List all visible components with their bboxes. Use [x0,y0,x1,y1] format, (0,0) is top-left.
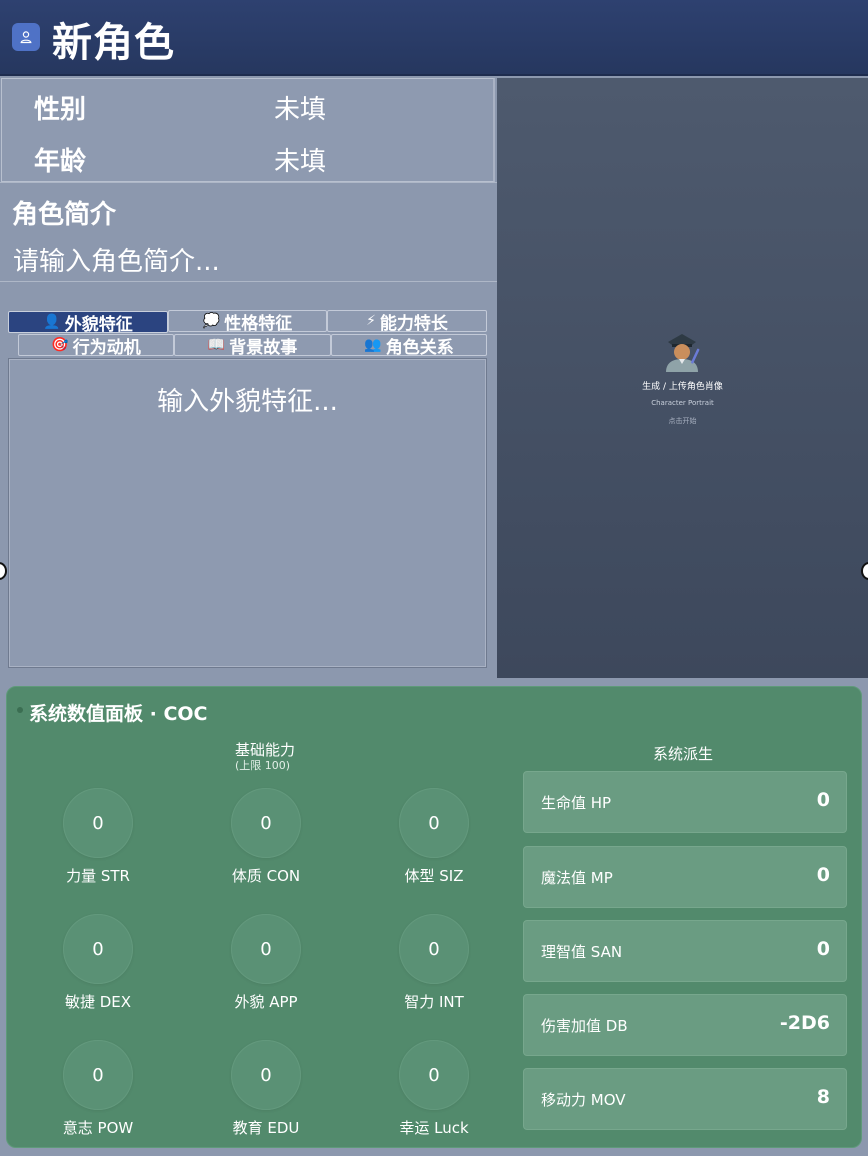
portrait-title: 生成 / 上传角色肖像 [642,382,723,392]
stat-con-label: 体质 CON [231,867,301,885]
tab-label: 行为动机 [72,337,141,358]
stat-app-label: 外貌 APP [234,993,298,1011]
derived-hp-card: 生命值 HP 0 [523,771,847,833]
tab-personality[interactable]: 💭 性格特征 [168,310,327,334]
divider [0,182,497,183]
divider [0,281,497,282]
derived-label: 生命值 HP [541,794,612,812]
tab-label: 外貌特征 [64,314,133,335]
tab-appearance[interactable]: 👤 外貌特征 [8,311,168,335]
derived-mov-card: 移动力 MOV 8 [523,1068,847,1130]
editor-placeholder: 输入外貌特征... [157,387,338,417]
derived-value: 0 [816,938,830,960]
age-row[interactable]: 年龄 未填 [2,131,493,183]
portrait-subtitle: Character Portrait [651,399,714,407]
derived-value: 0 [816,789,830,811]
stat-edu-label: 教育 EDU [232,1119,300,1137]
age-value[interactable]: 未填 [274,141,326,178]
book-icon: 📖 [207,337,226,353]
base-abilities-subtitle: (上限 100) [235,759,291,772]
tab-motivation[interactable]: 🎯 行为动机 [18,334,174,358]
derived-value: -2D6 [779,1012,830,1034]
character-info-panel: 性别 未填 年龄 未填 角色简介 请输入角色简介... 👤 外貌特征 💭 性格特… [0,78,497,680]
tab-label: 背景故事 [229,337,298,358]
stats-title: 系统数值面板 · COC [29,703,208,725]
derived-stats-title: 系统派生 [653,745,714,763]
page-title[interactable]: 新角色 [52,10,175,68]
portrait-panel[interactable]: 生成 / 上传角色肖像 Character Portrait 点击开始 [497,78,868,678]
intro-input[interactable]: 请输入角色简介... [13,241,220,278]
app-header: 新角色 [0,0,868,76]
age-label: 年龄 [34,147,87,177]
stat-str-input[interactable]: 0 [63,788,133,858]
tab-abilities[interactable]: ⚡ 能力特长 [327,310,487,334]
target-icon: 🎯 [51,337,69,353]
tab-background[interactable]: 📖 背景故事 [174,334,331,358]
lightning-icon: ⚡ [366,313,376,329]
stat-siz-input[interactable]: 0 [399,788,469,858]
people-icon: 👥 [364,337,382,353]
derived-value: 8 [816,1086,830,1108]
derived-mp-card: 魔法值 MP 0 [523,846,847,908]
stat-pow-label: 意志 POW [62,1119,134,1137]
tab-label: 性格特征 [224,313,293,334]
portrait-hint: 点击开始 [668,417,697,425]
stats-panel: 系统数值面板 · COC 基础能力 (上限 100) 系统派生 0 力量 STR… [6,686,862,1148]
stat-int-input[interactable]: 0 [399,914,469,984]
stat-edu-input[interactable]: 0 [231,1040,301,1110]
stat-con-input[interactable]: 0 [231,788,301,858]
derived-value: 0 [816,864,830,886]
intro-label: 角色简介 [12,200,117,230]
person-icon: 👤 [43,314,61,330]
stat-siz-label: 体型 SIZ [404,867,464,885]
gender-row[interactable]: 性别 未填 [2,79,493,131]
derived-label: 移动力 MOV [541,1091,626,1109]
stat-app-input[interactable]: 0 [231,914,301,984]
stat-luck-label: 幸运 Luck [399,1119,469,1137]
tab-label: 角色关系 [385,337,454,358]
gender-label: 性别 [34,95,87,125]
derived-label: 魔法值 MP [541,869,613,887]
user-icon[interactable] [12,23,40,51]
derived-db-card: 伤害加值 DB -2D6 [523,994,847,1056]
derived-san-card: 理智值 SAN 0 [523,920,847,982]
tab-relationships[interactable]: 👥 角色关系 [331,334,487,358]
tab-label: 能力特长 [379,313,448,334]
gender-value[interactable]: 未填 [274,89,326,126]
appearance-editor[interactable]: 输入外貌特征... [8,358,487,668]
stat-dex-label: 敏捷 DEX [64,993,132,1011]
derived-label: 理智值 SAN [541,943,623,961]
thought-bubble-icon: 💭 [202,313,221,329]
attribute-box: 性别 未填 年龄 未填 [1,78,495,182]
stat-pow-input[interactable]: 0 [63,1040,133,1110]
derived-label: 伤害加值 DB [541,1017,628,1035]
police-officer-icon [660,328,704,372]
status-dot-icon [17,707,23,713]
stat-luck-input[interactable]: 0 [399,1040,469,1110]
stat-int-label: 智力 INT [404,993,464,1011]
stat-dex-input[interactable]: 0 [63,914,133,984]
stat-str-label: 力量 STR [66,867,130,885]
